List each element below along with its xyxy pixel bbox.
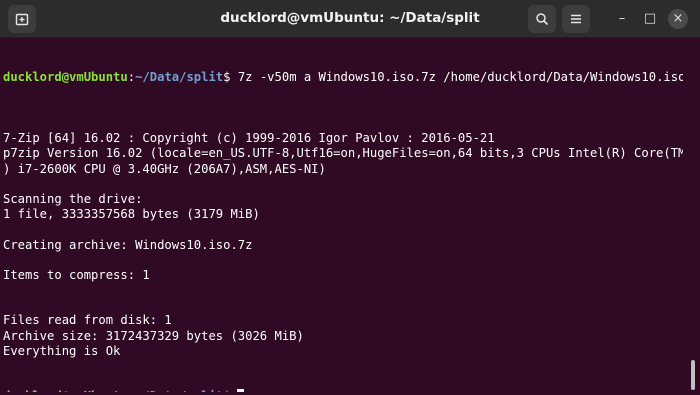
output-line: ) i7-2600K CPU @ 3.40GHz (206A7),ASM,AES… [3, 161, 326, 176]
output-line: p7zip Version 16.02 (locale=en_US.UTF-8,… [3, 146, 683, 161]
prompt-user: ducklord@vmUbuntu [3, 70, 128, 85]
prompt-path: ~/Data/split [135, 389, 223, 392]
title-bar: ducklord@vmUbuntu: ~/Data/split – □ × [0, 0, 700, 38]
output-line: Items to compress: 1 [3, 267, 150, 282]
scrollbar[interactable] [691, 360, 695, 390]
maximize-button[interactable]: □ [640, 9, 660, 29]
search-button[interactable] [528, 5, 556, 33]
window-title: ducklord@vmUbuntu: ~/Data/split [220, 10, 480, 26]
terminal-window: ducklord@vmUbuntu: ~/Data/split – □ × du… [0, 0, 700, 395]
output-line: Everything is Ok [3, 343, 121, 358]
prompt-symbol: $ [223, 70, 231, 85]
text-cursor [236, 389, 244, 392]
terminal-output[interactable]: ducklord@vmUbuntu:~/Data/split$ 7z -v50m… [3, 40, 683, 392]
output-line: 1 file, 3333357568 bytes (3179 MiB) [3, 207, 260, 222]
prompt-user: ducklord@vmUbuntu [3, 389, 128, 392]
hamburger-menu-icon [571, 14, 581, 24]
output-line: Archive size: 3172437329 bytes (3026 MiB… [3, 328, 304, 343]
output-line: Scanning the drive: [3, 191, 143, 206]
menu-button[interactable] [562, 5, 590, 33]
output-line: Files read from disk: 1 [3, 313, 172, 328]
command-text: 7z -v50m a Windows10.iso.7z /home/ducklo… [230, 70, 683, 85]
search-icon [536, 13, 549, 26]
new-tab-icon [15, 13, 29, 26]
output-line: Creating archive: Windows10.iso.7z [3, 237, 253, 252]
prompt-symbol: $ [223, 389, 230, 392]
new-tab-button[interactable] [8, 5, 36, 33]
current-prompt-line: ducklord@vmUbuntu:~/Data/split$ [3, 389, 683, 392]
output-line: 7-Zip [64] 16.02 : Copyright (c) 1999-20… [3, 131, 495, 146]
command-line: ducklord@vmUbuntu:~/Data/split$ 7z -v50m… [3, 70, 683, 85]
minimize-button[interactable]: – [612, 9, 632, 29]
close-button[interactable]: × [668, 9, 688, 29]
prompt-path: ~/Data/split [135, 70, 224, 85]
